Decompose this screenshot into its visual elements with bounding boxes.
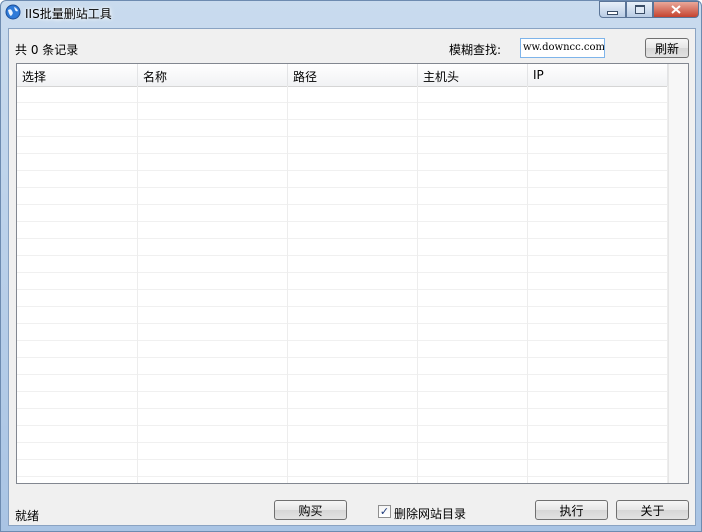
empty-row	[17, 154, 668, 171]
delete-dir-label[interactable]: 删除网站目录	[394, 505, 466, 522]
minimize-button[interactable]	[599, 1, 626, 18]
main-panel: 共 0 条记录 模糊查找: ww.downcc.com 刷新 选择 名称 路径 …	[8, 28, 696, 526]
empty-row	[17, 273, 668, 290]
close-button[interactable]	[653, 1, 699, 18]
column-header-path[interactable]: 路径	[288, 64, 418, 86]
empty-row	[17, 375, 668, 392]
empty-row	[17, 426, 668, 443]
empty-row	[17, 137, 668, 154]
list-body	[17, 86, 668, 483]
window-title: IIS批量删站工具	[25, 7, 112, 21]
empty-row	[17, 290, 668, 307]
minimize-icon	[607, 10, 618, 15]
empty-row	[17, 205, 668, 222]
list-header: 选择 名称 路径 主机头 IP	[17, 64, 688, 87]
column-header-select[interactable]: 选择	[17, 64, 138, 86]
about-button[interactable]: 关于	[616, 500, 689, 520]
empty-row	[17, 460, 668, 477]
empty-row	[17, 341, 668, 358]
checkmark-icon: ✓	[379, 505, 390, 518]
globe-icon	[5, 4, 21, 20]
empty-row	[17, 103, 668, 120]
buy-button[interactable]: 购买	[274, 500, 347, 520]
close-icon	[671, 5, 681, 14]
site-list[interactable]: 选择 名称 路径 主机头 IP	[16, 63, 689, 484]
empty-row	[17, 222, 668, 239]
search-label: 模糊查找:	[449, 43, 502, 57]
empty-row	[17, 239, 668, 256]
column-header-host[interactable]: 主机头	[418, 64, 528, 86]
empty-row	[17, 324, 668, 341]
column-header-name[interactable]: 名称	[138, 64, 288, 86]
app-window: IIS批量删站工具 共 0 条记录 模糊查找: ww.downcc.com 刷新…	[0, 0, 702, 532]
list-scroll-area	[668, 64, 688, 483]
empty-row	[17, 443, 668, 460]
empty-row	[17, 358, 668, 375]
maximize-icon	[634, 5, 645, 14]
empty-row	[17, 171, 668, 188]
refresh-button[interactable]: 刷新	[645, 38, 689, 58]
column-divider	[287, 86, 288, 483]
empty-row	[17, 409, 668, 426]
empty-row	[17, 120, 668, 137]
delete-dir-checkbox[interactable]: ✓	[378, 505, 391, 518]
empty-row	[17, 392, 668, 409]
empty-row	[17, 307, 668, 324]
empty-row	[17, 86, 668, 103]
title-bar[interactable]: IIS批量删站工具	[1, 1, 701, 25]
record-count: 共 0 条记录	[15, 43, 79, 57]
column-divider	[527, 86, 528, 483]
execute-button[interactable]: 执行	[535, 500, 608, 520]
column-header-ip[interactable]: IP	[528, 64, 668, 86]
column-divider	[137, 86, 138, 483]
empty-row	[17, 256, 668, 273]
status-text: 就绪	[15, 509, 40, 523]
empty-row	[17, 188, 668, 205]
search-input[interactable]: ww.downcc.com	[520, 38, 605, 58]
column-divider	[417, 86, 418, 483]
maximize-button[interactable]	[626, 1, 653, 18]
